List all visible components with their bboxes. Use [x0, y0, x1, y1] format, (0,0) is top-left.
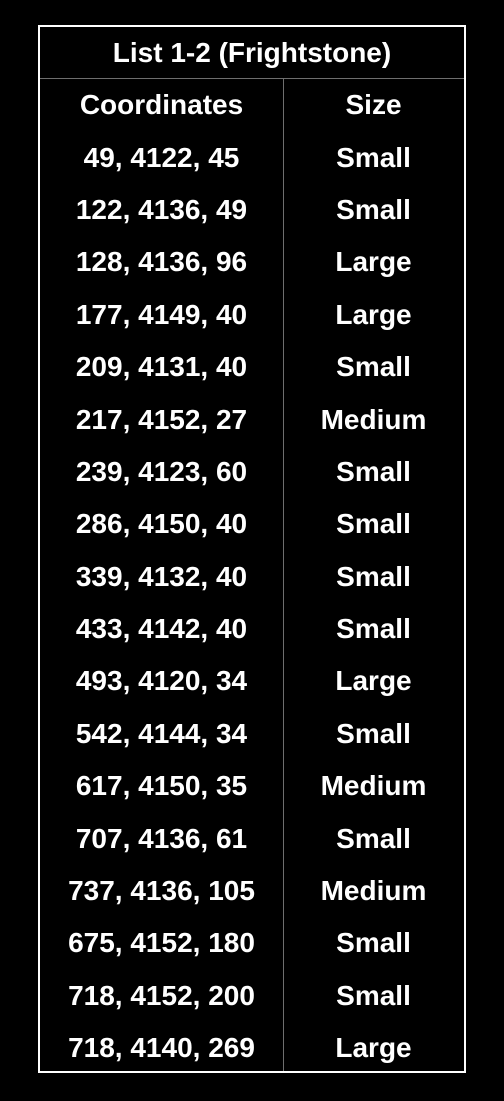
size-cell: Large [335, 1032, 412, 1064]
size-cell: Medium [320, 875, 427, 907]
size-cell: Small [336, 508, 411, 540]
table-row: 122, 4136, 49 Small [40, 184, 464, 236]
table-row: 737, 4136, 105 Medium [40, 865, 464, 917]
size-cell: Small [336, 351, 411, 383]
table-row: 433, 4142, 40 Small [40, 603, 464, 655]
coordinates-cell: 675, 4152, 180 [68, 927, 255, 959]
coordinates-cell: 718, 4140, 269 [68, 1032, 255, 1064]
table-row: 707, 4136, 61 Small [40, 812, 464, 864]
coordinates-cell: 239, 4123, 60 [75, 455, 248, 487]
coordinates-cell: 718, 4152, 200 [68, 979, 255, 1011]
coordinates-cell: 128, 4136, 96 [75, 246, 248, 278]
size-cell: Small [336, 193, 411, 225]
coordinates-cell: 707, 4136, 61 [75, 822, 248, 854]
coordinates-cell: 217, 4152, 27 [75, 403, 248, 435]
coordinates-cell: 339, 4132, 40 [75, 560, 248, 592]
size-cell: Large [335, 298, 412, 330]
size-cell: Large [335, 246, 412, 278]
size-cell: Small [336, 560, 411, 592]
coordinates-cell: 209, 4131, 40 [75, 351, 248, 383]
table-row: 339, 4132, 40 Small [40, 551, 464, 603]
size-cell: Small [336, 822, 411, 854]
coordinates-cell: 542, 4144, 34 [75, 717, 248, 749]
table-row: 286, 4150, 40 Small [40, 498, 464, 550]
coordinates-cell: 177, 4149, 40 [75, 298, 248, 330]
table-title: List 1-2 (Frightstone) [40, 27, 464, 79]
coordinates-cell: 737, 4136, 105 [68, 875, 255, 907]
coordinates-cell: 493, 4120, 34 [75, 665, 248, 697]
header-size: Size [345, 89, 402, 121]
table-row: 217, 4152, 27 Medium [40, 393, 464, 445]
table-body: Coordinates Size 49, 4122, 45 Small 122, 4… [40, 79, 464, 1071]
table-row: 493, 4120, 34 Large [40, 655, 464, 707]
header-row: Coordinates Size [40, 79, 464, 131]
table-row: 209, 4131, 40 Small [40, 341, 464, 393]
size-cell: Small [336, 927, 411, 959]
header-coordinates: Coordinates [79, 89, 244, 121]
table-row: 542, 4144, 34 Small [40, 708, 464, 760]
coordinates-table: List 1-2 (Frightstone) Coordinates Size … [38, 25, 466, 1073]
table-row: 128, 4136, 96 Large [40, 236, 464, 288]
table-row: 617, 4150, 35 Medium [40, 760, 464, 812]
size-cell: Small [336, 455, 411, 487]
size-cell: Large [335, 665, 412, 697]
table-row: 675, 4152, 180 Small [40, 917, 464, 969]
table-row: 718, 4140, 269 Large [40, 1022, 464, 1074]
coordinates-cell: 122, 4136, 49 [75, 193, 248, 225]
size-cell: Small [336, 979, 411, 1011]
coordinates-cell: 49, 4122, 45 [83, 141, 240, 173]
table-row: 177, 4149, 40 Large [40, 289, 464, 341]
table-row: 49, 4122, 45 Small [40, 131, 464, 183]
table-rows: Coordinates Size 49, 4122, 45 Small 122, 4… [40, 79, 464, 1074]
size-cell: Small [336, 717, 411, 749]
coordinates-cell: 433, 4142, 40 [75, 613, 248, 645]
size-cell: Medium [320, 403, 427, 435]
size-cell: Small [336, 613, 411, 645]
coordinates-cell: 617, 4150, 35 [75, 770, 248, 802]
size-cell: Small [336, 141, 411, 173]
table-row: 718, 4152, 200 Small [40, 970, 464, 1022]
size-cell: Medium [320, 770, 427, 802]
coordinates-cell: 286, 4150, 40 [75, 508, 248, 540]
table-row: 239, 4123, 60 Small [40, 446, 464, 498]
